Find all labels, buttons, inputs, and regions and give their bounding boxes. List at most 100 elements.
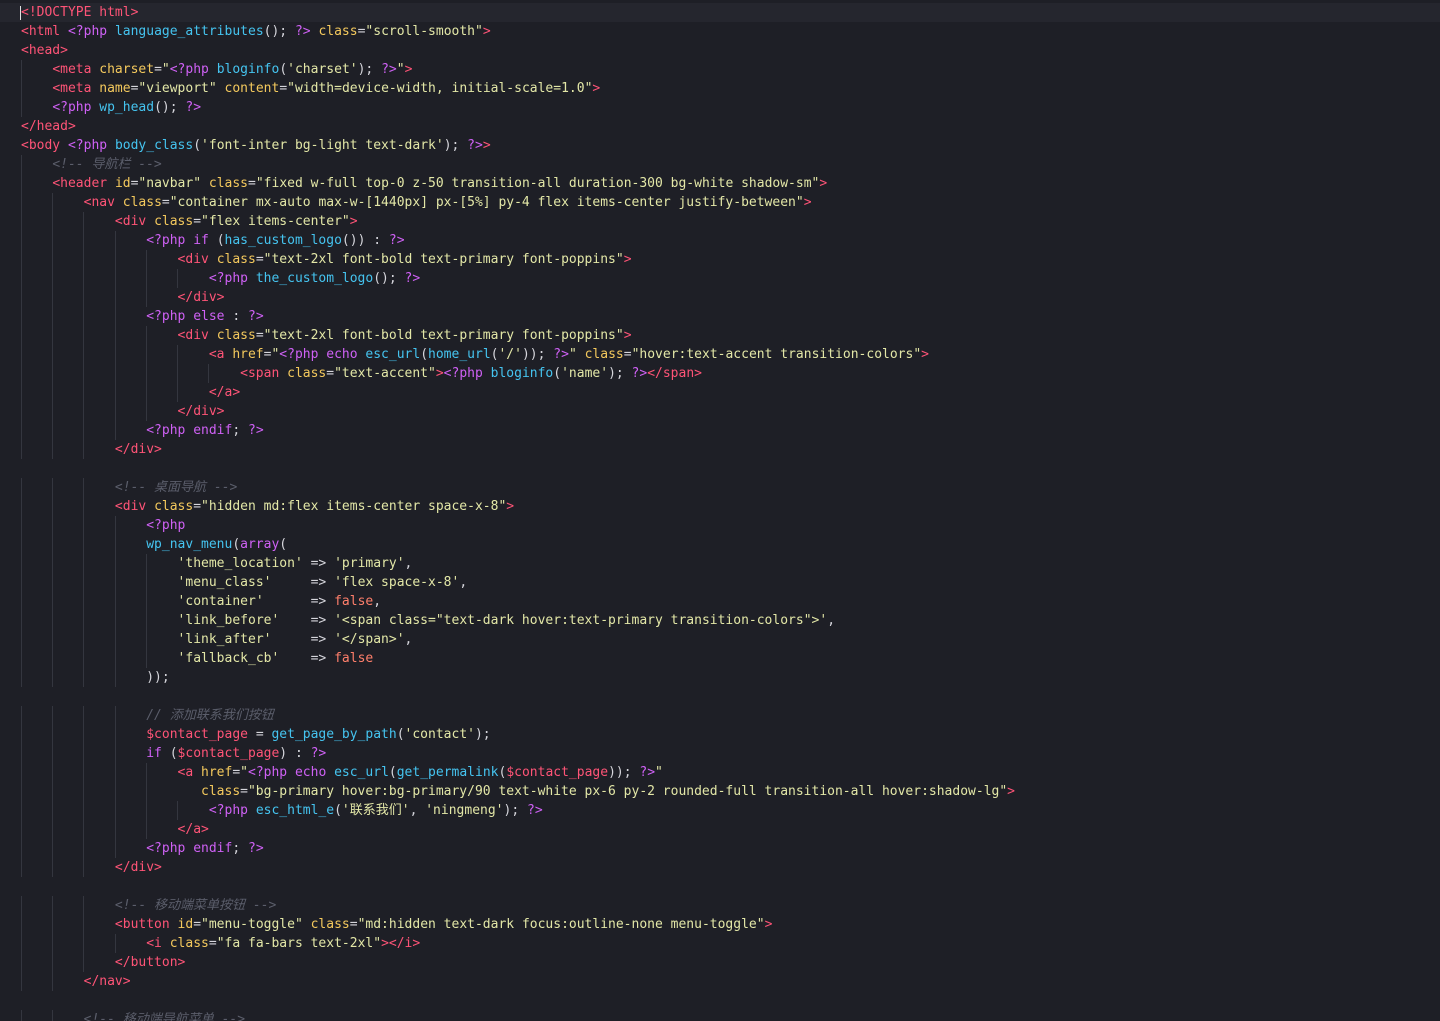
code-token: ?> (404, 271, 421, 286)
code-token: ( (388, 765, 397, 780)
code-token: ?> (467, 138, 483, 153)
code-token: ?> (631, 366, 648, 381)
code-token: echo (326, 347, 358, 362)
indent-guide (145, 250, 147, 269)
code-line[interactable]: 'container' => false, (0, 592, 1440, 611)
code-token: " (655, 765, 663, 780)
code-line[interactable]: </a> (0, 820, 1440, 839)
code-line[interactable]: <div class="text-2xl font-bold text-prim… (0, 250, 1440, 269)
code-line[interactable]: 'fallback_cb' => false (0, 649, 1440, 668)
code-line[interactable]: // 添加联系我们按钮 (0, 706, 1440, 725)
code-line[interactable]: )); (0, 668, 1440, 687)
indent-guide (52, 516, 54, 535)
code-line[interactable]: <!-- 移动端导航菜单 --> (0, 1010, 1440, 1021)
code-token: class (201, 784, 241, 799)
code-line[interactable]: <?php if (has_custom_logo()) : ?> (0, 231, 1440, 250)
code-line[interactable]: $contact_page = get_page_by_path('contac… (0, 725, 1440, 744)
indent-guide (52, 231, 54, 250)
code-line[interactable]: <!-- 移动端菜单按钮 --> (0, 896, 1440, 915)
code-token: 'contact' (404, 727, 475, 742)
code-area[interactable]: <!DOCTYPE html> <html <?php language_attr… (0, 0, 1440, 1021)
code-line[interactable]: 'link_before' => '<span class="text-dark… (0, 611, 1440, 630)
code-line[interactable]: <?php the_custom_logo(); ?> (0, 269, 1440, 288)
code-token: ?> (248, 309, 264, 324)
code-line[interactable] (0, 991, 1440, 1010)
code-line[interactable]: <i class="fa fa-bars text-2xl"></i> (0, 934, 1440, 953)
code-line[interactable]: <?php else : ?> (0, 307, 1440, 326)
code-line[interactable]: <html <?php language_attributes(); ?> cl… (0, 22, 1440, 41)
code-line[interactable]: </head> (0, 117, 1440, 136)
code-token: // 添加联系我们按钮 (146, 708, 274, 723)
code-line[interactable]: </div> (0, 402, 1440, 421)
code-line[interactable]: </div> (0, 440, 1440, 459)
code-token: 'name' (561, 366, 609, 381)
code-line[interactable]: class="bg-primary hover:bg-primary/90 te… (0, 782, 1440, 801)
code-line[interactable] (0, 459, 1440, 478)
code-line[interactable]: <head> (0, 41, 1440, 60)
indent-guide (21, 516, 22, 535)
code-line[interactable]: 'theme_location' => 'primary', (0, 554, 1440, 573)
code-line[interactable] (0, 687, 1440, 706)
code-line[interactable]: 'menu_class' => 'flex space-x-8', (0, 573, 1440, 592)
indent-guide (21, 1010, 22, 1021)
indent-guide (177, 801, 178, 820)
code-line[interactable]: <span class="text-accent"><?php bloginfo… (0, 364, 1440, 383)
code-line[interactable]: <!DOCTYPE html> (0, 3, 1440, 22)
code-token: = (193, 917, 202, 932)
code-line[interactable]: 'link_after' => '</span>', (0, 630, 1440, 649)
code-token: 'menu_class' (177, 575, 272, 590)
code-line[interactable]: <?php endif; ?> (0, 839, 1440, 858)
code-line[interactable]: <meta charset="<?php bloginfo('charset')… (0, 60, 1440, 79)
code-line[interactable]: <div class="hidden md:flex items-center … (0, 497, 1440, 516)
code-line[interactable]: wp_nav_menu(array( (0, 535, 1440, 554)
code-line[interactable]: <?php (0, 516, 1440, 535)
code-token: > (435, 366, 444, 381)
code-line[interactable]: <a href="<?php echo esc_url(get_permalin… (0, 763, 1440, 782)
indent-guide (52, 668, 54, 687)
indent-guide (21, 953, 22, 972)
indent-guide (21, 972, 22, 991)
code-line[interactable]: if ($contact_page) : ?> (0, 744, 1440, 763)
code-line[interactable]: <?php esc_html_e('联系我们', 'ningmeng'); ?> (0, 801, 1440, 820)
code-line[interactable] (0, 877, 1440, 896)
code-line[interactable]: </button> (0, 953, 1440, 972)
indent-guide (52, 307, 54, 326)
code-line[interactable]: <body <?php body_class('font-inter bg-li… (0, 136, 1440, 155)
code-line[interactable]: </div> (0, 288, 1440, 307)
code-line[interactable]: <?php wp_head(); ?> (0, 98, 1440, 117)
code-line[interactable]: <!-- 导航栏 --> (0, 155, 1440, 174)
code-line[interactable]: <!-- 桌面导航 --> (0, 478, 1440, 497)
code-token: '</span>' (334, 632, 405, 647)
code-token: the_custom_logo (255, 271, 374, 286)
code-line[interactable]: </a> (0, 383, 1440, 402)
indent-guide (21, 611, 22, 630)
indent-guide (52, 915, 54, 934)
indent-guide (21, 820, 22, 839)
code-line[interactable]: <a href="<?php echo esc_url(home_url('/'… (0, 345, 1440, 364)
code-editor[interactable]: <!DOCTYPE html> <html <?php language_attr… (0, 0, 1440, 1021)
code-token: > (506, 499, 515, 514)
code-line[interactable]: <?php endif; ?> (0, 421, 1440, 440)
indent-guide (52, 839, 54, 858)
code-line[interactable]: </nav> (0, 972, 1440, 991)
code-line[interactable]: <header id="navbar" class="fixed w-full … (0, 174, 1440, 193)
code-line[interactable]: <button id="menu-toggle" class="md:hidde… (0, 915, 1440, 934)
code-token: ( (420, 347, 429, 362)
code-line[interactable]: <nav class="container mx-auto max-w-[144… (0, 193, 1440, 212)
indent-guide (52, 440, 54, 459)
code-line[interactable]: </div> (0, 858, 1440, 877)
indent-guide (21, 497, 22, 516)
code-token: " (240, 765, 248, 780)
code-line[interactable]: <div class="flex items-center"> (0, 212, 1440, 231)
code-line[interactable]: <div class="text-2xl font-bold text-prim… (0, 326, 1440, 345)
code-line[interactable]: <meta name="viewport" content="width=dev… (0, 79, 1440, 98)
indent-guide (83, 364, 85, 383)
code-token: 'theme_location' (177, 556, 303, 571)
code-token: <?php (443, 366, 483, 381)
